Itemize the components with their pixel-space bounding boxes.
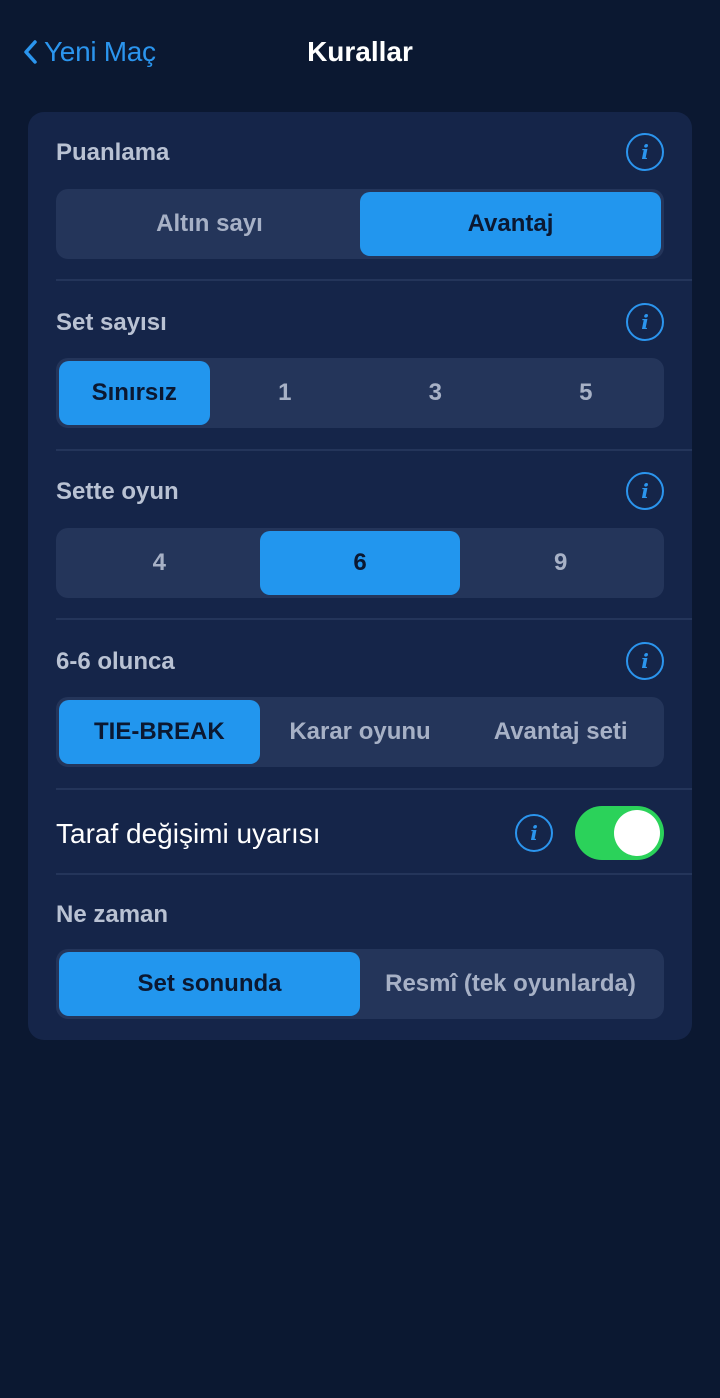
set-count-info-icon[interactable]: i [626,303,664,341]
games-in-set-segmented-control: 4 6 9 [56,528,664,598]
tie-rule-option-tiebreak[interactable]: TIE-BREAK [59,700,260,764]
scoring-option-golden-point[interactable]: Altın sayı [59,192,360,256]
divider [56,449,692,451]
games-in-set-info-icon[interactable]: i [626,472,664,510]
when-option-end-of-set[interactable]: Set sonunda [59,952,360,1016]
side-change-toggle[interactable] [575,806,664,860]
divider [56,618,692,620]
tie-rule-option-advantage-set[interactable]: Avantaj seti [460,700,661,764]
scoring-title: Puanlama [56,139,170,166]
navigation-bar: Yeni Maç Kurallar [0,0,720,100]
set-count-option-3[interactable]: 3 [360,361,511,425]
set-count-segmented-control: Sınırsız 1 3 5 [56,358,664,428]
when-segmented-control: Set sonunda Resmî (tek oyunlarda) [56,949,664,1019]
side-change-label: Taraf değişimi uyarısı [56,818,321,849]
divider [56,788,692,790]
when-option-official[interactable]: Resmî (tek oyunlarda) [360,952,661,1016]
set-count-option-unlimited[interactable]: Sınırsız [59,361,210,425]
toggle-knob [614,810,660,856]
set-count-title: Set sayısı [56,309,167,336]
page-title: Kurallar [307,36,413,67]
rules-card: Puanlama i Altın sayı Avantaj Set sayısı… [28,112,692,1040]
tie-rule-info-icon[interactable]: i [626,642,664,680]
side-change-info-icon[interactable]: i [515,814,553,852]
set-count-option-1[interactable]: 1 [210,361,361,425]
games-option-9[interactable]: 9 [460,531,661,595]
tie-rule-option-deciding-game[interactable]: Karar oyunu [260,700,461,764]
tie-rule-segmented-control: TIE-BREAK Karar oyunu Avantaj seti [56,697,664,767]
when-title: Ne zaman [56,901,169,928]
set-count-option-5[interactable]: 5 [511,361,662,425]
scoring-option-advantage[interactable]: Avantaj [360,192,661,256]
games-in-set-title: Sette oyun [56,478,179,505]
divider [56,279,692,281]
games-option-4[interactable]: 4 [59,531,260,595]
divider [56,873,692,875]
tie-rule-title: 6-6 olunca [56,648,175,675]
scoring-info-icon[interactable]: i [626,133,664,171]
scoring-segmented-control: Altın sayı Avantaj [56,189,664,259]
games-option-6[interactable]: 6 [259,531,461,595]
